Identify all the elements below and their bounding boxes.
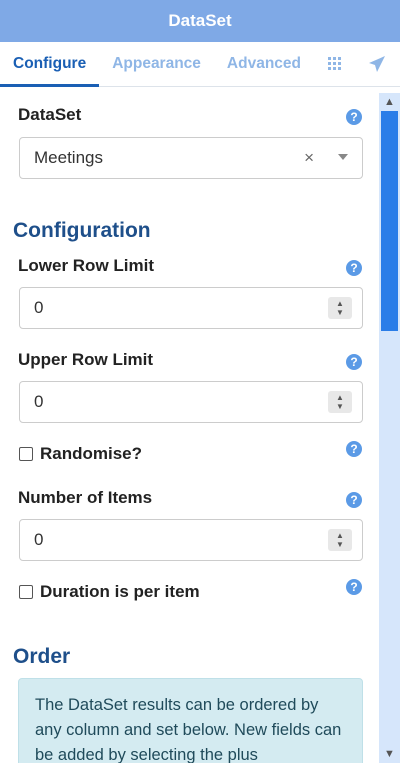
duration-checkbox-row[interactable]: Duration is per item	[19, 582, 200, 602]
number-stepper[interactable]: ▲ ▼	[328, 297, 352, 319]
tab-appearance[interactable]: Appearance	[99, 42, 214, 87]
number-of-items-value: 0	[34, 530, 44, 549]
randomise-checkbox-row[interactable]: Randomise?	[19, 444, 142, 464]
scrollbar[interactable]: ▲ ▼	[379, 93, 400, 763]
chevron-down-icon[interactable]	[338, 154, 348, 160]
help-icon[interactable]: ?	[346, 579, 362, 595]
number-of-items-input[interactable]: 0 ▲ ▼	[19, 519, 363, 561]
configuration-heading: Configuration	[13, 219, 151, 242]
help-icon[interactable]: ?	[346, 441, 362, 457]
panel-header: DataSet	[0, 0, 400, 42]
tab-bar: Configure Appearance Advanced	[0, 42, 400, 87]
upper-row-limit-input[interactable]: 0 ▲ ▼	[19, 381, 363, 423]
clear-icon[interactable]: ×	[304, 148, 314, 168]
help-icon[interactable]: ?	[346, 354, 362, 370]
configure-panel: DataSet ? Meetings × Configuration Lower…	[0, 88, 378, 763]
randomise-checkbox[interactable]	[19, 447, 33, 461]
lower-row-limit-value: 0	[34, 298, 44, 317]
lower-row-limit-label: Lower Row Limit	[18, 256, 154, 275]
help-icon[interactable]: ?	[346, 109, 362, 125]
help-icon[interactable]: ?	[346, 260, 362, 276]
randomise-label: Randomise?	[40, 444, 143, 463]
order-info-box: The DataSet results can be ordered by an…	[18, 678, 363, 763]
number-stepper[interactable]: ▲ ▼	[328, 391, 352, 413]
grid-icon[interactable]	[314, 42, 356, 87]
dataset-select[interactable]: Meetings ×	[19, 137, 363, 179]
help-icon[interactable]: ?	[346, 492, 362, 508]
lower-row-limit-input[interactable]: 0 ▲ ▼	[19, 287, 363, 329]
send-icon[interactable]	[356, 42, 398, 87]
order-heading: Order	[13, 645, 71, 668]
scroll-down-icon[interactable]: ▼	[379, 745, 400, 763]
scroll-up-icon[interactable]: ▲	[379, 93, 400, 111]
duration-checkbox[interactable]	[19, 585, 33, 599]
tab-advanced[interactable]: Advanced	[214, 42, 314, 87]
dataset-field-label: DataSet	[18, 105, 82, 124]
panel-title: DataSet	[168, 11, 232, 30]
upper-row-limit-label: Upper Row Limit	[18, 350, 154, 369]
upper-row-limit-value: 0	[34, 392, 44, 411]
scroll-thumb[interactable]	[381, 111, 398, 331]
number-of-items-label: Number of Items	[18, 488, 153, 507]
tab-configure[interactable]: Configure	[0, 42, 100, 87]
dataset-select-value: Meetings	[34, 148, 103, 167]
number-stepper[interactable]: ▲ ▼	[328, 529, 352, 551]
duration-label: Duration is per item	[40, 582, 200, 601]
